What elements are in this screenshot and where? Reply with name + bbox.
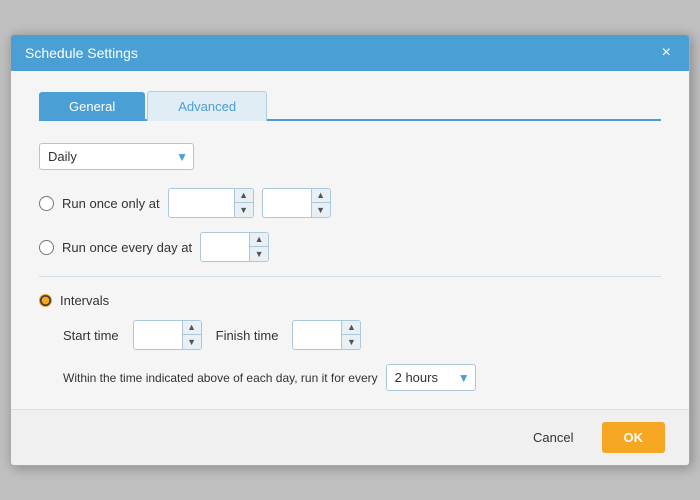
every-row: Within the time indicated above of each …: [63, 364, 661, 391]
run-every-day-time-input[interactable]: 17:35: [201, 236, 249, 259]
tab-advanced[interactable]: Advanced: [147, 91, 267, 121]
run-once-date-down-button[interactable]: ▼: [235, 203, 253, 217]
run-once-time-up-button[interactable]: ▲: [312, 189, 330, 203]
finish-time-spin: 22:00 ▲ ▼: [292, 320, 361, 350]
intervals-section: Intervals: [39, 293, 661, 308]
dialog-body: General Advanced Daily Weekly Monthly ▼ …: [11, 71, 689, 409]
run-every-day-row: Run once every day at 17:35 ▲ ▼: [39, 232, 661, 262]
frequency-select-wrapper: Daily Weekly Monthly ▼: [39, 143, 194, 170]
run-every-day-radio[interactable]: [39, 240, 54, 255]
every-dropdown-wrapper: 1 hours 2 hours 3 hours 4 hours 6 hours …: [386, 364, 476, 391]
run-once-time-input[interactable]: 17:35: [263, 192, 311, 215]
run-every-day-time-down-button[interactable]: ▼: [250, 247, 268, 261]
run-once-time-spinners: ▲ ▼: [311, 189, 330, 217]
start-time-up-button[interactable]: ▲: [183, 321, 201, 335]
run-every-day-time-up-button[interactable]: ▲: [250, 233, 268, 247]
finish-time-up-button[interactable]: ▲: [342, 321, 360, 335]
run-once-date-input[interactable]: 2019/7/3: [169, 192, 234, 215]
finish-time-label: Finish time: [216, 328, 279, 343]
finish-time-input[interactable]: 22:00: [293, 324, 341, 347]
run-once-radio[interactable]: [39, 196, 54, 211]
cancel-button[interactable]: Cancel: [515, 422, 591, 453]
intervals-radio[interactable]: [39, 294, 52, 307]
schedule-settings-dialog: Schedule Settings × General Advanced Dai…: [10, 34, 690, 466]
start-time-spin: 12:00 ▲ ▼: [133, 320, 202, 350]
start-finish-row: Start time 12:00 ▲ ▼ Finish time 22:00 ▲…: [63, 320, 661, 350]
run-once-date-up-button[interactable]: ▲: [235, 189, 253, 203]
every-select[interactable]: 1 hours 2 hours 3 hours 4 hours 6 hours …: [386, 364, 476, 391]
tab-general[interactable]: General: [39, 92, 145, 121]
run-once-date-spinners: ▲ ▼: [234, 189, 253, 217]
run-every-day-label: Run once every day at: [62, 240, 192, 255]
start-time-label: Start time: [63, 328, 119, 343]
finish-time-down-button[interactable]: ▼: [342, 335, 360, 349]
start-time-input[interactable]: 12:00: [134, 324, 182, 347]
every-prefix-text: Within the time indicated above of each …: [63, 371, 378, 385]
tab-bar: General Advanced: [39, 89, 661, 121]
intervals-label: Intervals: [60, 293, 109, 308]
run-once-row: Run once only at 2019/7/3 ▲ ▼ 17:35 ▲ ▼: [39, 188, 661, 218]
run-once-date-spin: 2019/7/3 ▲ ▼: [168, 188, 254, 218]
title-bar: Schedule Settings ×: [11, 35, 689, 71]
ok-button[interactable]: OK: [602, 422, 666, 453]
dialog-footer: Cancel OK: [11, 409, 689, 465]
run-once-label: Run once only at: [62, 196, 160, 211]
intervals-inner: Start time 12:00 ▲ ▼ Finish time 22:00 ▲…: [39, 320, 661, 391]
run-once-time-down-button[interactable]: ▼: [312, 203, 330, 217]
finish-time-spinners: ▲ ▼: [341, 321, 360, 349]
frequency-row: Daily Weekly Monthly ▼: [39, 143, 661, 170]
start-time-down-button[interactable]: ▼: [183, 335, 201, 349]
run-every-day-time-spin: 17:35 ▲ ▼: [200, 232, 269, 262]
divider: [39, 276, 661, 277]
dialog-title: Schedule Settings: [25, 45, 138, 61]
run-every-day-time-spinners: ▲ ▼: [249, 233, 268, 261]
frequency-select[interactable]: Daily Weekly Monthly: [39, 143, 194, 170]
start-time-spinners: ▲ ▼: [182, 321, 201, 349]
close-button[interactable]: ×: [658, 45, 675, 61]
run-once-time-spin: 17:35 ▲ ▼: [262, 188, 331, 218]
